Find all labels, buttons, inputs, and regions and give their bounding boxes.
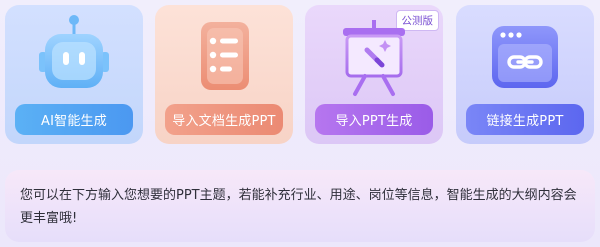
link-generate-button[interactable]: 链接生成PPT: [466, 104, 584, 135]
ppt-import-card[interactable]: 公测版 导入PPT生成: [305, 5, 443, 144]
doc-import-card[interactable]: 导入文档生成PPT: [155, 5, 293, 144]
presentation-board-icon: [305, 11, 443, 103]
ppt-import-button[interactable]: 导入PPT生成: [315, 104, 433, 135]
ai-generate-card[interactable]: AI智能生成: [5, 5, 143, 144]
input-hint-text: 您可以在下方输入您想要的PPT主题，若能补充行业、用途、岗位等信息，智能生成的大…: [20, 188, 577, 226]
link-window-icon: [456, 11, 594, 103]
generation-mode-cards: AI智能生成 导入文档生成PPT 公测版 导入PPT生成 链接生成PPT: [5, 5, 595, 145]
ai-generate-button[interactable]: AI智能生成: [15, 104, 133, 135]
input-hint-panel: 您可以在下方输入您想要的PPT主题，若能补充行业、用途、岗位等信息，智能生成的大…: [5, 170, 595, 242]
link-generate-card[interactable]: 链接生成PPT: [456, 5, 594, 144]
document-icon: [155, 11, 293, 103]
doc-import-button[interactable]: 导入文档生成PPT: [165, 104, 283, 135]
robot-icon: [5, 11, 143, 103]
